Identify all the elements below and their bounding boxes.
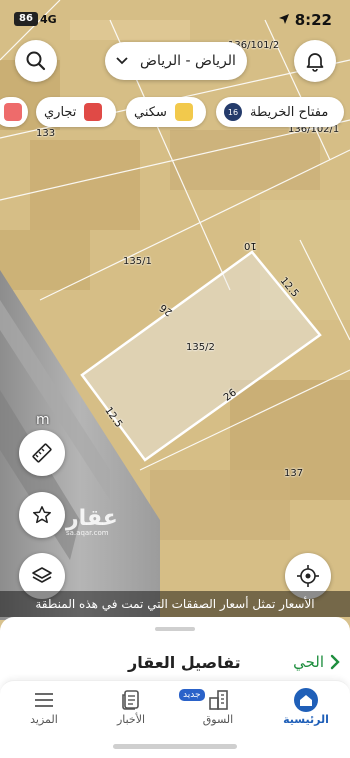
map-key-badge: 16 [224, 103, 242, 121]
lot-label[interactable]: 137 [284, 468, 303, 479]
watermark-text: عقار [66, 506, 118, 531]
battery-indicator: 86 [14, 12, 38, 26]
search-icon [26, 51, 46, 71]
tab-more-label: المزيد [30, 713, 58, 726]
new-badge: جديد [179, 689, 205, 701]
network-label: 4G [40, 13, 57, 26]
status-bar: 86 4G 8:22 [0, 0, 350, 40]
tab-news[interactable]: الأخبار [96, 687, 166, 726]
star-icon [33, 506, 51, 524]
tab-home[interactable]: الرئيسية [271, 687, 341, 726]
commercial-label: تجاري [44, 104, 77, 120]
tab-market-label: السوق [202, 713, 234, 726]
news-icon [122, 690, 139, 710]
home-indicator [113, 744, 237, 749]
watermark-logo: عقار sa.aqar.com [66, 506, 118, 537]
property-details-title: تفاصيل العقار [128, 653, 241, 672]
city-label: الرياض - الرياض [140, 53, 236, 69]
chip-commercial[interactable]: تجاري [36, 97, 116, 127]
measure-button[interactable] [19, 430, 65, 476]
price-notice: الأسعار تمثل أسعار الصفقات التي تمت في ه… [0, 591, 350, 617]
neighborhood-link[interactable]: الحي [293, 653, 340, 671]
residential-label: سكني [134, 104, 167, 120]
dimension-label: 10 [244, 240, 257, 251]
lot-label[interactable]: 133 [36, 128, 55, 139]
layers-icon [32, 567, 52, 583]
tab-more[interactable]: المزيد [9, 687, 79, 726]
home-icon [294, 688, 318, 712]
map-key-button[interactable]: 16 مفتاح الخريطة [216, 97, 344, 127]
buildings-icon [209, 690, 228, 710]
ruler-icon [32, 443, 52, 463]
map-key-label: مفتاح الخريطة [250, 104, 329, 120]
chip-residential[interactable]: سكني [126, 97, 206, 127]
bell-icon [306, 53, 324, 72]
city-selector[interactable]: الرياض - الرياض [105, 42, 247, 80]
menu-icon [35, 693, 53, 707]
tab-market[interactable]: جديد السوق [179, 687, 253, 726]
lot-label[interactable]: 135/2 [186, 342, 215, 353]
chevron-down-icon [116, 57, 128, 65]
street-label: m [36, 412, 50, 428]
location-arrow-icon [279, 14, 289, 24]
residential-swatch [174, 103, 193, 121]
sheet-handle[interactable] [155, 627, 195, 631]
neighborhood-label: الحي [293, 653, 324, 671]
crosshair-icon [297, 565, 319, 587]
lot-label[interactable]: 135/1 [123, 256, 152, 267]
sheet-header: تفاصيل العقار الحي [0, 645, 350, 685]
search-button[interactable] [15, 40, 57, 82]
commercial-swatch [84, 103, 103, 121]
partial-swatch [4, 103, 22, 121]
chevron-right-icon [330, 654, 340, 670]
notifications-button[interactable] [294, 40, 336, 82]
clock: 8:22 [294, 11, 332, 29]
favorites-button[interactable] [19, 492, 65, 538]
tab-home-label: الرئيسية [283, 713, 329, 726]
tab-news-label: الأخبار [116, 713, 146, 726]
